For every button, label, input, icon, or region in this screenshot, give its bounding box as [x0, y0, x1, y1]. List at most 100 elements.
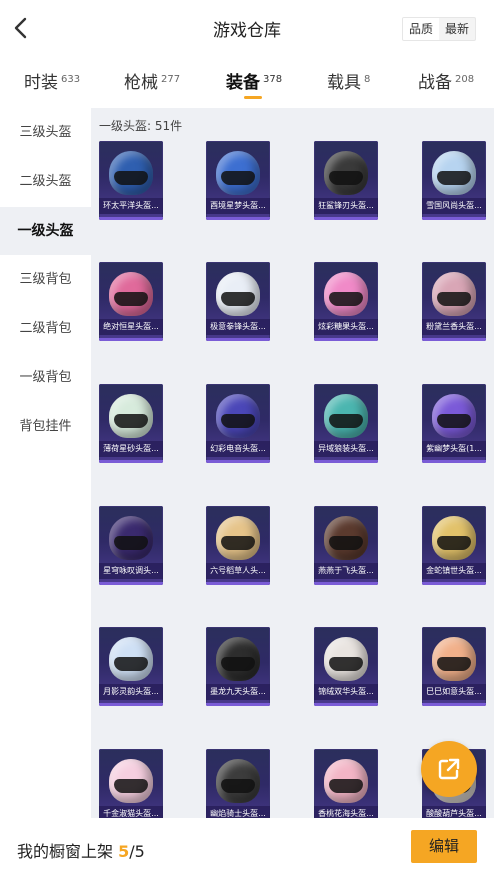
helmet-item-card[interactable]: 酉境星梦头盔... — [206, 141, 270, 220]
sidebar: 三级头盔 二级头盔 一级头盔 三级背包 二级背包 一级背包 背包挂件 — [0, 108, 91, 818]
sort-option-quality[interactable]: 品质 — [402, 18, 439, 40]
helmet-visor — [114, 171, 148, 185]
tab-label: 枪械 — [124, 73, 158, 93]
helmet-item-card[interactable]: 锦绒双华头盔... — [314, 627, 378, 706]
active-tab-indicator — [244, 96, 262, 99]
sidebar-item-level2-backpack[interactable]: 二级背包 — [0, 305, 91, 353]
tab-vehicles[interactable]: 载具 8 — [327, 68, 370, 93]
app-root: 游戏仓库 品质 最新 时装 633 枪械 277 装备 378 载具 8 战备 208 三… — [0, 0, 494, 875]
helmet-item-name: 酸酸葫芦头盔... — [422, 806, 486, 818]
helmet-item-card[interactable]: 星穹咏叹调头... — [99, 506, 163, 585]
helmet-item-card[interactable]: 千金淑猫头盔... — [99, 749, 163, 818]
helmet-visor — [329, 657, 363, 671]
helmet-item-name: 极意拳锋头盔... — [206, 319, 270, 335]
helmet-item-name: 墨龙九天头盔... — [206, 684, 270, 700]
item-grid-panel: 一级头盔: 51件 环太平洋头盔... 酉境星梦头盔... 狂鲨锋刃头盔... 雪国风… — [91, 108, 494, 818]
helmet-item-card[interactable]: 极意拳锋头盔... — [206, 262, 270, 341]
sidebar-item-level2-helmet[interactable]: 二级头盔 — [0, 158, 91, 206]
helmet-visor — [329, 779, 363, 793]
helmet-visor — [114, 657, 148, 671]
helmet-item-name: 紫幽梦头盔(1... — [422, 441, 486, 457]
helmet-item-name: 薄荷星砂头盔... — [99, 441, 163, 457]
sidebar-item-level3-backpack[interactable]: 三级背包 — [0, 256, 91, 304]
helmet-visor — [329, 536, 363, 550]
helmet-visor — [221, 657, 255, 671]
helmet-visor — [114, 414, 148, 428]
helmet-item-name: 燕燕于飞头盔... — [314, 563, 378, 579]
helmet-visor — [221, 536, 255, 550]
helmet-item-name: 六号稻草人头... — [206, 563, 270, 579]
sidebar-item-backpack-charm[interactable]: 背包挂件 — [0, 403, 91, 451]
helmet-visor — [114, 536, 148, 550]
helmet-item-card[interactable]: 幽焰骑士头盔... — [206, 749, 270, 818]
helmet-visor — [114, 292, 148, 306]
showcase-current-count: 5 — [118, 842, 130, 861]
helmet-visor — [437, 292, 471, 306]
helmet-item-name: 金蛇镇世头盔... — [422, 563, 486, 579]
helmet-item-name: 香桃花海头盔... — [314, 806, 378, 818]
header: 游戏仓库 品质 最新 — [0, 0, 494, 56]
helmet-item-name: 炫彩糖果头盔... — [314, 319, 378, 335]
helmet-item-name: 月影灵韵头盔... — [99, 684, 163, 700]
edit-button[interactable]: 编辑 — [411, 830, 477, 863]
tab-count: 277 — [161, 74, 181, 85]
helmet-visor — [221, 779, 255, 793]
helmet-item-card[interactable]: 紫幽梦头盔(1... — [422, 384, 486, 463]
helmet-item-name: 狂鲨锋刃头盔... — [314, 198, 378, 214]
helmet-item-name: 粉黛兰香头盔... — [422, 319, 486, 335]
helmet-item-card[interactable]: 粉黛兰香头盔... — [422, 262, 486, 341]
tab-label: 装备 — [226, 73, 260, 93]
tab-fashion[interactable]: 时装 633 — [24, 68, 80, 93]
tab-label: 战备 — [418, 73, 452, 93]
helmet-item-card[interactable]: 雪国风尚头盔... — [422, 141, 486, 220]
helmet-item-name: 星穹咏叹调头... — [99, 563, 163, 579]
helmet-item-name: 幽焰骑士头盔... — [206, 806, 270, 818]
helmet-item-card[interactable]: 香桃花海头盔... — [314, 749, 378, 818]
share-icon — [438, 758, 460, 780]
helmet-item-name: 异域狼装头盔... — [314, 441, 378, 457]
helmet-visor — [329, 171, 363, 185]
helmet-item-name: 幻彩电音头盔... — [206, 441, 270, 457]
sort-option-latest[interactable]: 最新 — [439, 18, 475, 40]
sidebar-item-level3-helmet[interactable]: 三级头盔 — [0, 109, 91, 157]
footer-bar: 我的橱窗上架 5/5 编辑 — [0, 818, 494, 875]
helmet-visor — [221, 414, 255, 428]
showcase-status: 我的橱窗上架 5/5 — [17, 838, 145, 862]
helmet-visor — [221, 292, 255, 306]
helmet-item-card[interactable]: 炫彩糖果头盔... — [314, 262, 378, 341]
sidebar-item-level1-backpack[interactable]: 一级背包 — [0, 354, 91, 402]
helmet-visor — [329, 414, 363, 428]
sort-toggle: 品质 最新 — [401, 17, 476, 41]
tab-count: 633 — [61, 74, 81, 85]
helmet-item-card[interactable]: 异域狼装头盔... — [314, 384, 378, 463]
helmet-visor — [437, 536, 471, 550]
helmet-item-name: 环太平洋头盔... — [99, 198, 163, 214]
helmet-item-name: 千金淑猫头盔... — [99, 806, 163, 818]
showcase-label: 我的橱窗上架 — [17, 842, 114, 861]
helmet-item-card[interactable]: 燕燕于飞头盔... — [314, 506, 378, 585]
helmet-item-card[interactable]: 薄荷星砂头盔... — [99, 384, 163, 463]
tab-supplies[interactable]: 战备 208 — [418, 68, 474, 93]
helmet-item-card[interactable]: 环太平洋头盔... — [99, 141, 163, 220]
helmet-item-card[interactable]: 巳巳如意头盔... — [422, 627, 486, 706]
helmet-item-card[interactable]: 绝对恒星头盔... — [99, 262, 163, 341]
helmet-item-name: 绝对恒星头盔... — [99, 319, 163, 335]
section-label: 一级头盔: 51件 — [99, 119, 183, 133]
tab-weapons[interactable]: 枪械 277 — [124, 68, 180, 93]
helmet-item-card[interactable]: 月影灵韵头盔... — [99, 627, 163, 706]
helmet-item-card[interactable]: 墨龙九天头盔... — [206, 627, 270, 706]
helmet-visor — [437, 657, 471, 671]
category-tabs: 时装 633 枪械 277 装备 378 载具 8 战备 208 — [0, 58, 494, 104]
share-button[interactable] — [421, 741, 477, 797]
tab-count: 378 — [263, 74, 283, 85]
helmet-item-name: 酉境星梦头盔... — [206, 198, 270, 214]
helmet-item-card[interactable]: 狂鲨锋刃头盔... — [314, 141, 378, 220]
sidebar-item-level1-helmet[interactable]: 一级头盔 — [0, 207, 91, 255]
helmet-item-card[interactable]: 幻彩电音头盔... — [206, 384, 270, 463]
tab-equipment[interactable]: 装备 378 — [226, 68, 282, 93]
helmet-item-name: 巳巳如意头盔... — [422, 684, 486, 700]
helmet-item-card[interactable]: 金蛇镇世头盔... — [422, 506, 486, 585]
helmet-item-card[interactable]: 六号稻草人头... — [206, 506, 270, 585]
helmet-item-name: 锦绒双华头盔... — [314, 684, 378, 700]
helmet-visor — [437, 414, 471, 428]
